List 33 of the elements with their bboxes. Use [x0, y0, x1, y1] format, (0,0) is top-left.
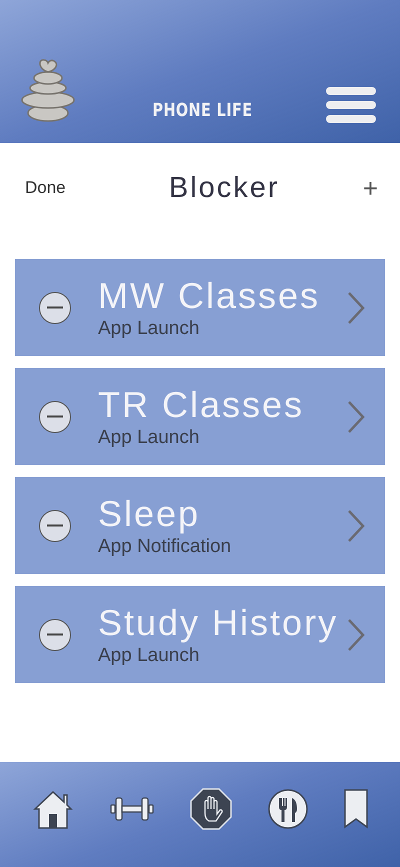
blocker-item[interactable]: Study History App Launch [15, 586, 385, 683]
chevron-right-icon [347, 508, 365, 542]
chevron-right-icon [347, 400, 365, 434]
item-subtitle: App Notification [98, 534, 232, 558]
item-subtitle: App Launch [98, 644, 200, 668]
item-subtitle: App Launch [98, 316, 200, 340]
item-subtitle: App Launch [98, 426, 200, 450]
minus-icon [47, 415, 63, 418]
bookmark-icon[interactable] [344, 788, 368, 828]
item-title: Study History [98, 602, 340, 644]
remove-button[interactable] [39, 292, 71, 324]
blocker-item[interactable]: TR Classes App Launch [15, 368, 385, 465]
app-title: PHONE LIFE [152, 100, 252, 121]
minus-icon [47, 524, 63, 527]
minus-icon [47, 306, 63, 309]
menu-icon[interactable] [326, 87, 376, 123]
item-title: TR Classes [98, 384, 306, 426]
fork-knife-icon[interactable] [268, 788, 308, 828]
stop-hand-icon[interactable] [190, 788, 232, 830]
minus-icon [47, 633, 63, 636]
remove-button[interactable] [39, 510, 71, 542]
remove-button[interactable] [39, 618, 71, 650]
item-title: Sleep [98, 492, 202, 534]
done-button[interactable]: Done [25, 178, 66, 198]
dumbbell-icon[interactable] [110, 794, 154, 822]
blocker-item[interactable]: MW Classes App Launch [15, 259, 385, 356]
chevron-right-icon [347, 618, 365, 652]
remove-button[interactable] [39, 400, 71, 432]
page-title: Blocker [168, 172, 280, 204]
add-button[interactable]: + [362, 172, 378, 204]
blocker-item[interactable]: Sleep App Notification [15, 477, 385, 574]
item-title: MW Classes [98, 274, 322, 316]
chevron-right-icon [347, 290, 365, 324]
